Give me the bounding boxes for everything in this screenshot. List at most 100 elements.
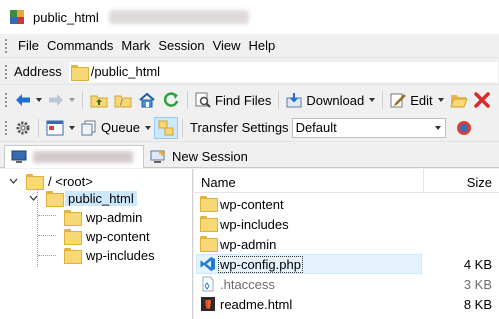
back-button[interactable] <box>12 89 45 111</box>
file-icon <box>200 276 216 292</box>
folder-icon <box>70 64 89 81</box>
transfer-preset-button[interactable] <box>452 117 476 139</box>
tab-new-session[interactable]: New Session <box>148 145 248 168</box>
file-row[interactable]: wp-content <box>194 194 499 214</box>
folder-icon <box>200 196 218 212</box>
menu-commands[interactable]: Commands <box>43 34 117 58</box>
file-name: readme.html <box>220 297 293 312</box>
tree-label: wp-admin <box>86 209 143 225</box>
toolbar-grip[interactable] <box>4 63 8 80</box>
chevron-down-icon <box>69 98 75 102</box>
parent-folder-icon <box>90 95 108 108</box>
tree-node-root[interactable]: / <root> <box>8 172 93 190</box>
find-files-button[interactable]: Find Files <box>192 89 274 111</box>
folder-icon <box>200 236 218 252</box>
file-list: Name Size wp-content wp-includes wp-admi… <box>194 169 499 319</box>
transfer-settings-select[interactable]: Default <box>291 117 446 138</box>
download-label: Download <box>306 92 365 108</box>
chevron-down-icon <box>434 125 441 130</box>
file-row-focused[interactable]: wp-config.php 4 KB <box>194 254 499 274</box>
sync-browsing-icon <box>158 120 174 135</box>
chevron-down-icon <box>369 98 376 102</box>
tab-current-session[interactable] <box>4 145 144 168</box>
file-name: .htaccess <box>220 277 275 292</box>
forward-arrow-icon <box>49 94 63 106</box>
file-row[interactable]: readme.html 8 KB <box>194 294 499 314</box>
title-bar: public_html <box>0 0 499 34</box>
refresh-icon <box>163 92 179 107</box>
blurred-session-name <box>33 151 133 163</box>
toolbar-separator <box>38 118 39 137</box>
queue-label: Queue <box>101 120 141 135</box>
parent-directory-button[interactable] <box>87 89 111 111</box>
transfer-settings-label: Transfer Settings <box>190 120 289 135</box>
file-row[interactable]: wp-includes <box>194 214 499 234</box>
menu-help[interactable]: Help <box>245 34 280 58</box>
preferences-button[interactable] <box>12 117 34 139</box>
edit-button[interactable]: Edit <box>387 89 446 111</box>
toolbar-grip[interactable] <box>4 92 8 108</box>
tree-label: wp-content <box>86 228 150 244</box>
home-directory-button[interactable] <box>135 89 159 111</box>
refresh-button[interactable] <box>159 89 183 111</box>
edit-icon <box>390 93 406 108</box>
tree-node-wp-admin[interactable]: wp-admin <box>64 208 142 226</box>
chevron-down-icon[interactable] <box>28 193 38 203</box>
tree-node-public-html[interactable]: public_html <box>28 189 137 207</box>
layout-button[interactable] <box>43 117 78 139</box>
tree-node-wp-includes[interactable]: wp-includes <box>64 246 155 264</box>
address-label: Address <box>14 64 62 79</box>
toolbar-separator <box>82 91 83 109</box>
navigation-toolbar: / Find Files Download Edit <box>0 86 499 114</box>
synchronize-browsing-button[interactable] <box>154 116 179 139</box>
file-name: wp-content <box>220 197 284 212</box>
menu-view[interactable]: View <box>209 34 245 58</box>
window-layout-icon <box>46 120 64 135</box>
toolbar-grip[interactable] <box>4 37 8 54</box>
root-folder-icon: / <box>114 95 132 108</box>
forward-button[interactable] <box>45 89 78 111</box>
delete-icon <box>473 92 490 108</box>
folder-icon <box>64 248 82 264</box>
tree-guide <box>38 215 56 216</box>
edit-label: Edit <box>410 92 433 108</box>
folder-icon <box>26 174 44 190</box>
download-button[interactable]: Download <box>283 89 378 111</box>
menu-session[interactable]: Session <box>154 34 208 58</box>
chevron-down-icon[interactable] <box>8 176 18 186</box>
root-directory-button[interactable]: / <box>111 89 135 111</box>
queue-toolbar: Queue Transfer Settings Default <box>0 114 499 142</box>
address-field[interactable]: /public_html <box>67 60 499 83</box>
new-session-label: New Session <box>172 149 248 164</box>
address-path: /public_html <box>90 64 161 79</box>
menu-mark[interactable]: Mark <box>117 34 154 58</box>
file-row[interactable]: wp-admin <box>194 234 499 254</box>
svg-text:/: / <box>120 98 123 107</box>
queue-button[interactable]: Queue <box>78 117 154 139</box>
file-size: 8 KB <box>463 297 492 312</box>
window-title: public_html <box>33 9 99 25</box>
queue-icon <box>81 120 96 135</box>
transfer-settings-value: Default <box>295 120 337 135</box>
tree-label: / <root> <box>48 173 93 189</box>
open-folder-icon <box>449 95 468 108</box>
address-bar: Address /public_html <box>0 59 499 85</box>
file-row[interactable]: .htaccess 3 KB <box>194 274 499 294</box>
column-header-size[interactable]: Size <box>467 175 492 190</box>
folder-icon <box>64 210 82 226</box>
home-icon <box>139 92 155 108</box>
chevron-down-icon <box>36 98 42 102</box>
menu-file[interactable]: File <box>14 34 43 58</box>
open-directory-button[interactable] <box>447 89 471 111</box>
toolbar-grip[interactable] <box>4 119 8 136</box>
toolbar-separator <box>382 91 384 109</box>
column-divider[interactable] <box>423 169 424 193</box>
column-header-name[interactable]: Name <box>201 175 236 190</box>
tree-label: public_html <box>65 190 137 206</box>
delete-button[interactable] <box>471 89 493 111</box>
gear-icon <box>16 121 30 134</box>
tree-node-wp-content[interactable]: wp-content <box>64 227 150 245</box>
new-session-icon <box>150 149 165 163</box>
download-icon <box>286 93 302 108</box>
chevron-down-icon <box>69 125 75 130</box>
